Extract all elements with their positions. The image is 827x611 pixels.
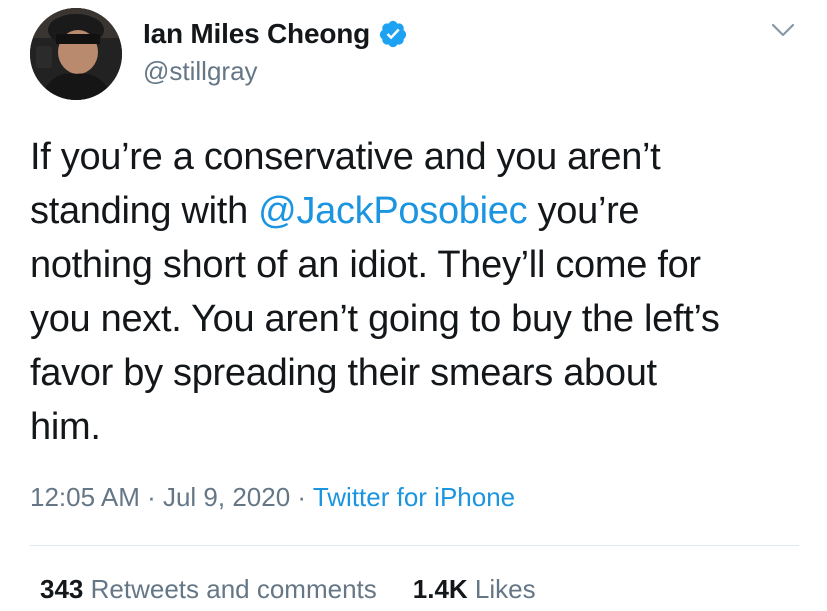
tweet-meta: 12:05 AM · Jul 9, 2020 · Twitter for iPh… [30, 482, 515, 513]
likes-stat[interactable]: 1.4K Likes [413, 574, 536, 604]
likes-count: 1.4K [412, 574, 468, 604]
likes-label: Likes [474, 574, 536, 604]
tweet-line: him. [30, 406, 101, 448]
retweets-stat[interactable]: 343 Retweets and comments [40, 574, 377, 604]
tweet-stats: 343 Retweets and comments 1.4K Likes [40, 574, 536, 605]
tweet-text: If you’re a conservative and you aren’t … [30, 130, 810, 454]
tweet-time[interactable]: 12:05 AM [30, 482, 140, 512]
tweet-date[interactable]: Jul 9, 2020 [163, 482, 290, 512]
retweets-label: Retweets and comments [90, 574, 377, 604]
tweet-line: favor by spreading their smears about [30, 352, 657, 394]
tweet-line: standing with @JackPosobiec you’re [30, 190, 640, 232]
mention-link[interactable]: @JackPosobiec [258, 190, 527, 232]
author-name-row: Ian Miles Cheong [143, 16, 408, 52]
tweet-line: nothing short of an idiot. They’ll come … [30, 244, 701, 286]
chevron-down-icon[interactable] [770, 20, 796, 40]
display-name[interactable]: Ian Miles Cheong [143, 18, 370, 50]
tweet-source-link[interactable]: Twitter for iPhone [313, 482, 515, 512]
divider [30, 545, 799, 546]
tweet-line: If you’re a conservative and you aren’t [30, 136, 661, 178]
tweet-line: you next. You aren’t going to buy the le… [30, 298, 720, 340]
avatar[interactable] [30, 8, 122, 100]
meta-separator: · [139, 482, 163, 512]
verified-badge-icon [378, 19, 408, 49]
meta-separator: · [290, 482, 313, 512]
author-handle[interactable]: @stillgray [143, 56, 258, 87]
retweets-count: 343 [40, 574, 84, 604]
